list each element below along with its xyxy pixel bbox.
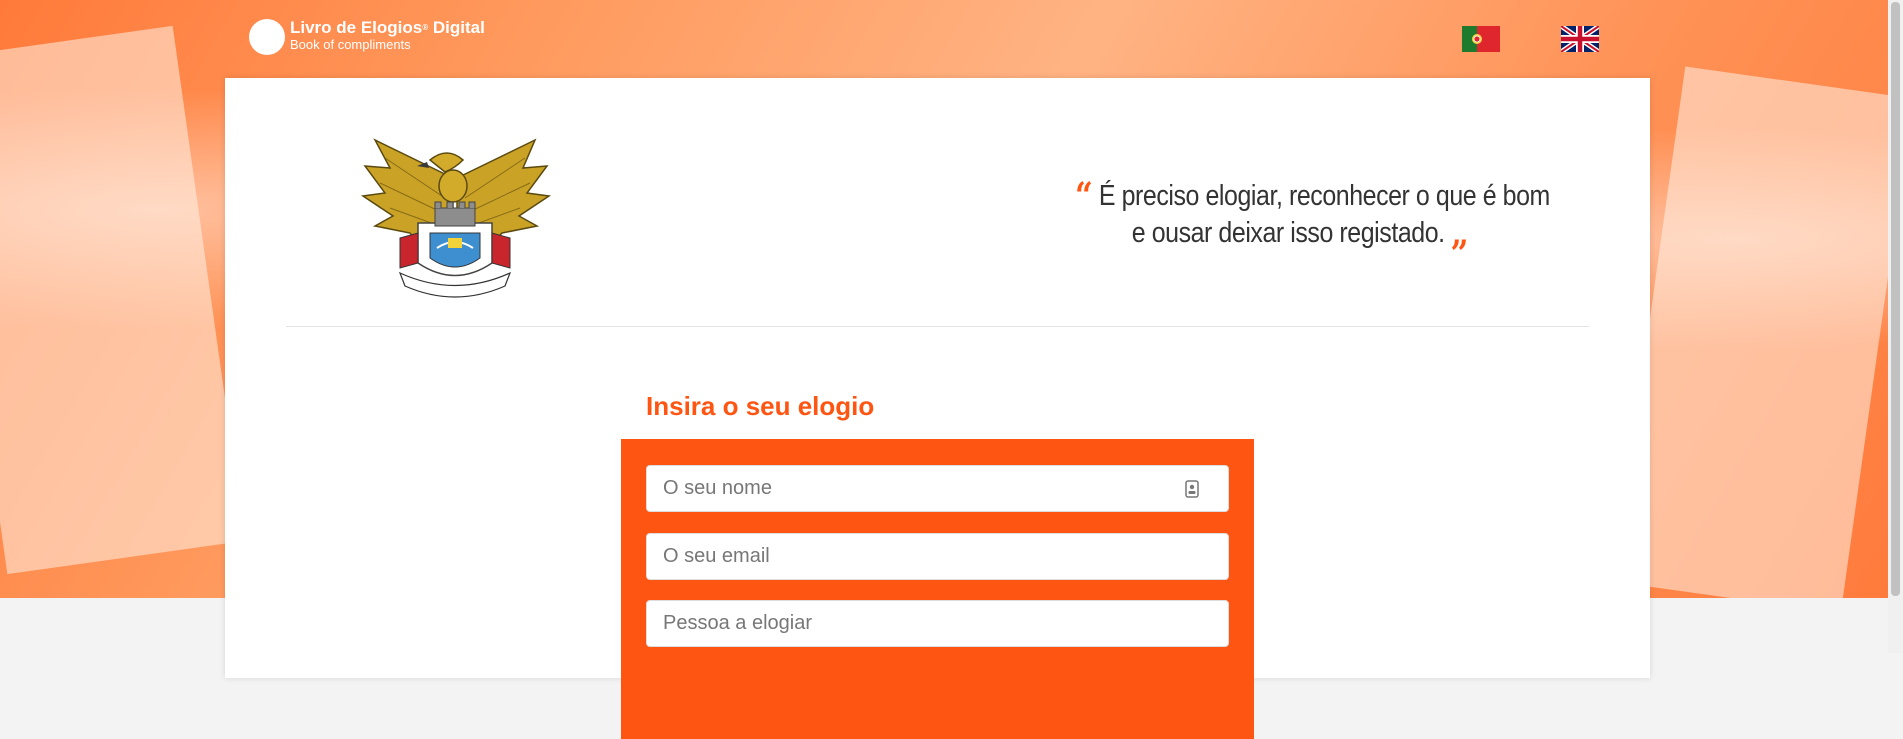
quote-open-mark: “	[1075, 175, 1093, 217]
uk-flag-icon[interactable]	[1561, 26, 1599, 52]
brand-registered-mark: ®	[422, 23, 429, 32]
brand-circle-icon	[249, 19, 285, 55]
person-to-compliment-input[interactable]	[646, 600, 1229, 647]
email-input[interactable]	[646, 533, 1229, 580]
brand-text: Livro de Elogios® Digital Book of compli…	[290, 18, 485, 52]
brand-name-main: Livro de Elogios	[290, 18, 423, 37]
brand-name-suffix: Digital	[432, 18, 485, 37]
quote-line-1: É preciso elogiar, reconhecer o que é bo…	[1098, 180, 1550, 212]
quote-line-2-wrap: e ousar deixar isso registado. „	[1075, 215, 1677, 252]
scrollbar-thumb[interactable]	[1891, 2, 1900, 596]
name-input[interactable]	[646, 465, 1229, 512]
background-notebook-left	[0, 25, 246, 575]
brand-name: Livro de Elogios® Digital	[290, 18, 485, 38]
main-card: “ É preciso elogiar, reconhecer o que é …	[225, 78, 1650, 739]
municipality-coat-of-arms-icon	[360, 138, 552, 298]
background-notebook-right	[1612, 66, 1888, 598]
quote-close-mark: „	[1451, 212, 1469, 254]
page-scrollbar[interactable]	[1888, 0, 1903, 653]
motto-quote: “ É preciso elogiar, reconhecer o que é …	[1075, 178, 1677, 252]
compliment-form	[621, 439, 1254, 739]
brand-logo-link[interactable]: Livro de Elogios® Digital Book of compli…	[249, 18, 485, 58]
portugal-flag-icon[interactable]	[1462, 26, 1500, 52]
contact-card-icon	[1185, 480, 1199, 498]
header-divider	[286, 326, 1589, 327]
quote-line-2: e ousar deixar isso registado.	[1131, 217, 1445, 249]
form-title: Insira o seu elogio	[646, 391, 875, 421]
brand-subtitle: Book of compliments	[290, 37, 411, 52]
